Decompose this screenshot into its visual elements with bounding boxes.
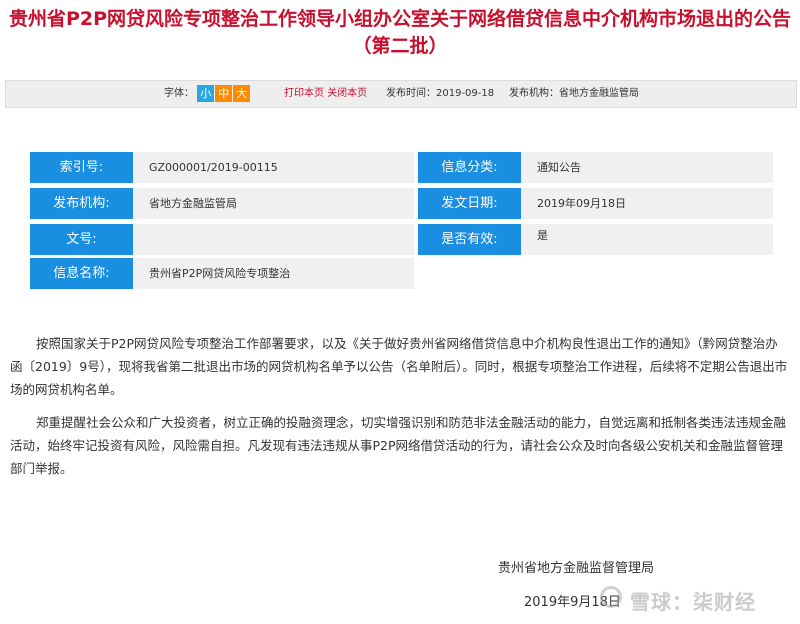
docno-label: 文号: (30, 224, 133, 255)
valid-label: 是否有效: (418, 224, 521, 255)
org-label: 发布机构: (30, 188, 133, 219)
font-small-button[interactable]: 小 (197, 84, 215, 102)
date-value: 2019年09月18日 (521, 188, 773, 219)
index-label: 索引号: (30, 152, 133, 183)
font-medium-button[interactable]: 中 (215, 84, 233, 102)
publisher: 发布机构：省地方金融监管局 (509, 88, 639, 99)
font-size-label: 字体： (164, 88, 194, 99)
signature-org: 贵州省地方金融监督管理局 (497, 561, 654, 576)
font-large-button[interactable]: 大 (233, 84, 251, 102)
category-label: 信息分类: (418, 152, 521, 183)
toolbar: 字体： 小中大 打印本页 关闭本页 发布时间：2019-09-18 发布机构：省… (5, 80, 797, 108)
font-size-controls: 字体： 小中大 (164, 81, 251, 107)
body-paragraph-2: 郑重提醒社会公众和广大投资者，树立正确的投融资理念，切实增强识别和防范非法金融活… (10, 415, 787, 476)
title-line-2: （第二批） (352, 35, 448, 57)
body-paragraph-1: 按照国家关于P2P网贷风险专项整治工作部署要求，以及《关于做好贵州省网络借贷信息… (10, 336, 788, 397)
announcement-body: 按照国家关于P2P网贷风险专项整治工作部署要求，以及《关于做好贵州省网络借贷信息… (10, 332, 790, 490)
publish-time: 发布时间：2019-09-18 (386, 88, 495, 99)
title-line-1: 贵州省P2P网贷风险专项整治工作领导小组办公室关于网络借贷信息中介机构市场退出的… (8, 8, 792, 30)
date-label: 发文日期: (418, 188, 521, 219)
page-actions: 打印本页 关闭本页 (284, 81, 367, 107)
category-value: 通知公告 (521, 152, 773, 183)
index-value: GZ000001/2019-00115 (133, 152, 414, 183)
name-label: 信息名称: (30, 258, 133, 289)
org-value: 省地方金融监管局 (133, 188, 414, 219)
name-value: 贵州省P2P网贷风险专项整治 (133, 258, 414, 289)
watermark: 雪球：柒财经 (630, 590, 756, 614)
page-title: 贵州省P2P网贷风险专项整治工作领导小组办公室关于网络借贷信息中介机构市场退出的… (0, 6, 800, 60)
valid-value: 是 (521, 224, 773, 255)
docno-value (133, 224, 414, 255)
close-link[interactable]: 关闭本页 (327, 88, 367, 99)
watermark-logo-icon (600, 586, 622, 608)
print-link[interactable]: 打印本页 (284, 88, 324, 99)
